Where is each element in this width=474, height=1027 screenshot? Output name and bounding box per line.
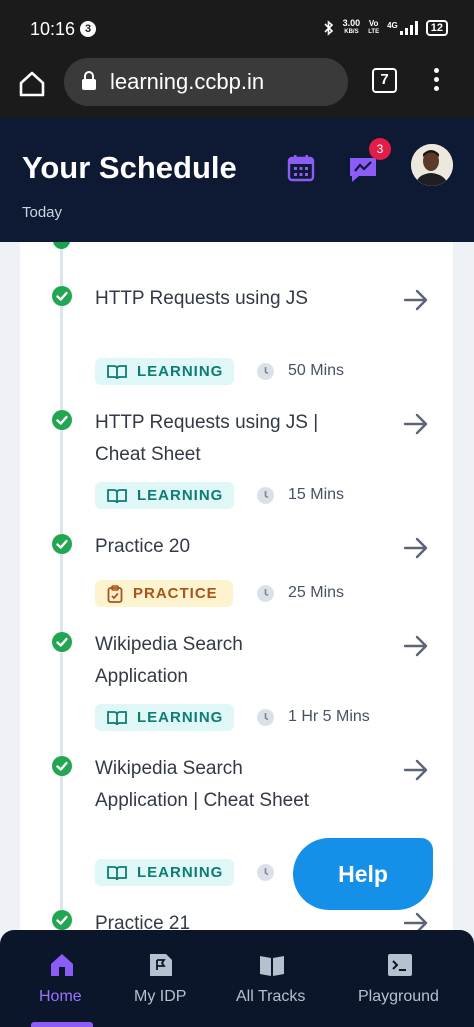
learning-tag: LEARNING — [95, 358, 234, 385]
clock-icon — [257, 585, 274, 602]
clock-icon — [257, 363, 274, 380]
completed-check-icon — [52, 756, 72, 776]
notification-badge: 3 — [369, 138, 391, 160]
network-speed: 3.00 KB/S — [342, 18, 361, 36]
tab-switcher-button[interactable]: 7 — [372, 68, 397, 93]
active-nav-indicator — [31, 1022, 93, 1027]
home-icon — [51, 954, 73, 976]
nav-item-all-tracks[interactable]: All Tracks — [230, 930, 316, 1027]
arrow-right-icon[interactable] — [403, 537, 429, 559]
status-bar: 10:16 3 3.00 KB/S Vo LTE 4G 12 — [0, 0, 474, 58]
nav-item-playground[interactable]: Playground — [352, 930, 448, 1027]
completed-check-icon — [52, 632, 72, 652]
timeline-line — [60, 242, 63, 942]
avatar[interactable] — [411, 144, 453, 186]
help-button[interactable]: Help — [293, 838, 433, 910]
item-title: HTTP Requests using JS — [95, 288, 308, 309]
calendar-icon[interactable] — [287, 154, 315, 182]
arrow-right-icon[interactable] — [403, 635, 429, 657]
book-icon — [107, 488, 127, 503]
completed-check-icon — [52, 410, 72, 430]
clock-icon — [257, 487, 274, 504]
page-title: Your Schedule — [22, 150, 237, 185]
item-duration: 1 Hr 5 Mins — [288, 708, 370, 725]
volte-indicator: Vo LTE — [368, 19, 380, 36]
item-title: HTTP Requests using JS | Cheat Sheet — [95, 412, 319, 465]
item-duration: 25 Mins — [288, 584, 345, 601]
status-icons: 3.00 KB/S Vo LTE 4G 12 — [323, 19, 448, 37]
arrow-right-icon[interactable] — [403, 759, 429, 781]
nav-label-all-tracks: All Tracks — [236, 988, 306, 1005]
signal-icon: 4G — [387, 21, 418, 35]
item-duration: 15 Mins — [288, 486, 345, 503]
completed-check-icon — [52, 910, 72, 930]
clipboard-icon — [107, 584, 123, 603]
clock-icon — [257, 864, 274, 881]
idp-icon — [150, 954, 172, 976]
bluetooth-icon — [324, 20, 333, 36]
nav-label-playground: Playground — [358, 988, 439, 1005]
item-duration: 50 Mins — [288, 362, 345, 379]
arrow-right-icon[interactable] — [403, 289, 429, 311]
more-menu-icon[interactable] — [428, 68, 444, 96]
nav-item-home[interactable]: Home — [0, 930, 124, 1027]
clock-icon — [257, 709, 274, 726]
learning-tag: LEARNING — [95, 859, 234, 886]
learning-tag: LEARNING — [95, 482, 234, 509]
status-notification-count: 3 — [80, 21, 96, 37]
arrow-right-icon[interactable] — [403, 413, 429, 435]
app-header: Your Schedule Today 3 — [0, 118, 474, 242]
battery-icon: 12 — [425, 20, 448, 36]
lock-icon — [82, 71, 96, 90]
timeline-dot — [53, 242, 70, 249]
schedule-card: HTTP Requests using JS LEARNING 50 Mins … — [20, 242, 453, 942]
nav-label-home: Home — [39, 988, 82, 1005]
item-title: Wikipedia Search Application | Cheat She… — [95, 758, 310, 811]
book-icon — [107, 710, 127, 725]
bottom-nav: Home My IDP All Tracks Playground — [0, 930, 474, 1027]
book-icon — [260, 956, 284, 976]
nav-label-my-idp: My IDP — [134, 988, 187, 1005]
profile-photo — [411, 144, 453, 186]
item-title: Wikipedia Search Application — [95, 634, 243, 687]
completed-check-icon — [52, 286, 72, 306]
book-icon — [107, 865, 127, 880]
browser-toolbar: learning.ccbp.in 7 — [0, 58, 474, 118]
book-icon — [107, 364, 127, 379]
nav-item-my-idp[interactable]: My IDP — [124, 930, 198, 1027]
completed-check-icon — [52, 534, 72, 554]
learning-tag: LEARNING — [95, 704, 234, 731]
item-title: Practice 20 — [95, 536, 191, 557]
page-subtitle: Today — [22, 204, 63, 221]
terminal-icon — [388, 954, 412, 976]
home-icon[interactable] — [18, 70, 46, 98]
url-text: learning.ccbp.in — [110, 69, 265, 94]
status-time: 10:16 — [30, 19, 76, 39]
address-bar[interactable]: learning.ccbp.in — [64, 58, 348, 106]
practice-tag: PRACTICE — [95, 580, 233, 607]
